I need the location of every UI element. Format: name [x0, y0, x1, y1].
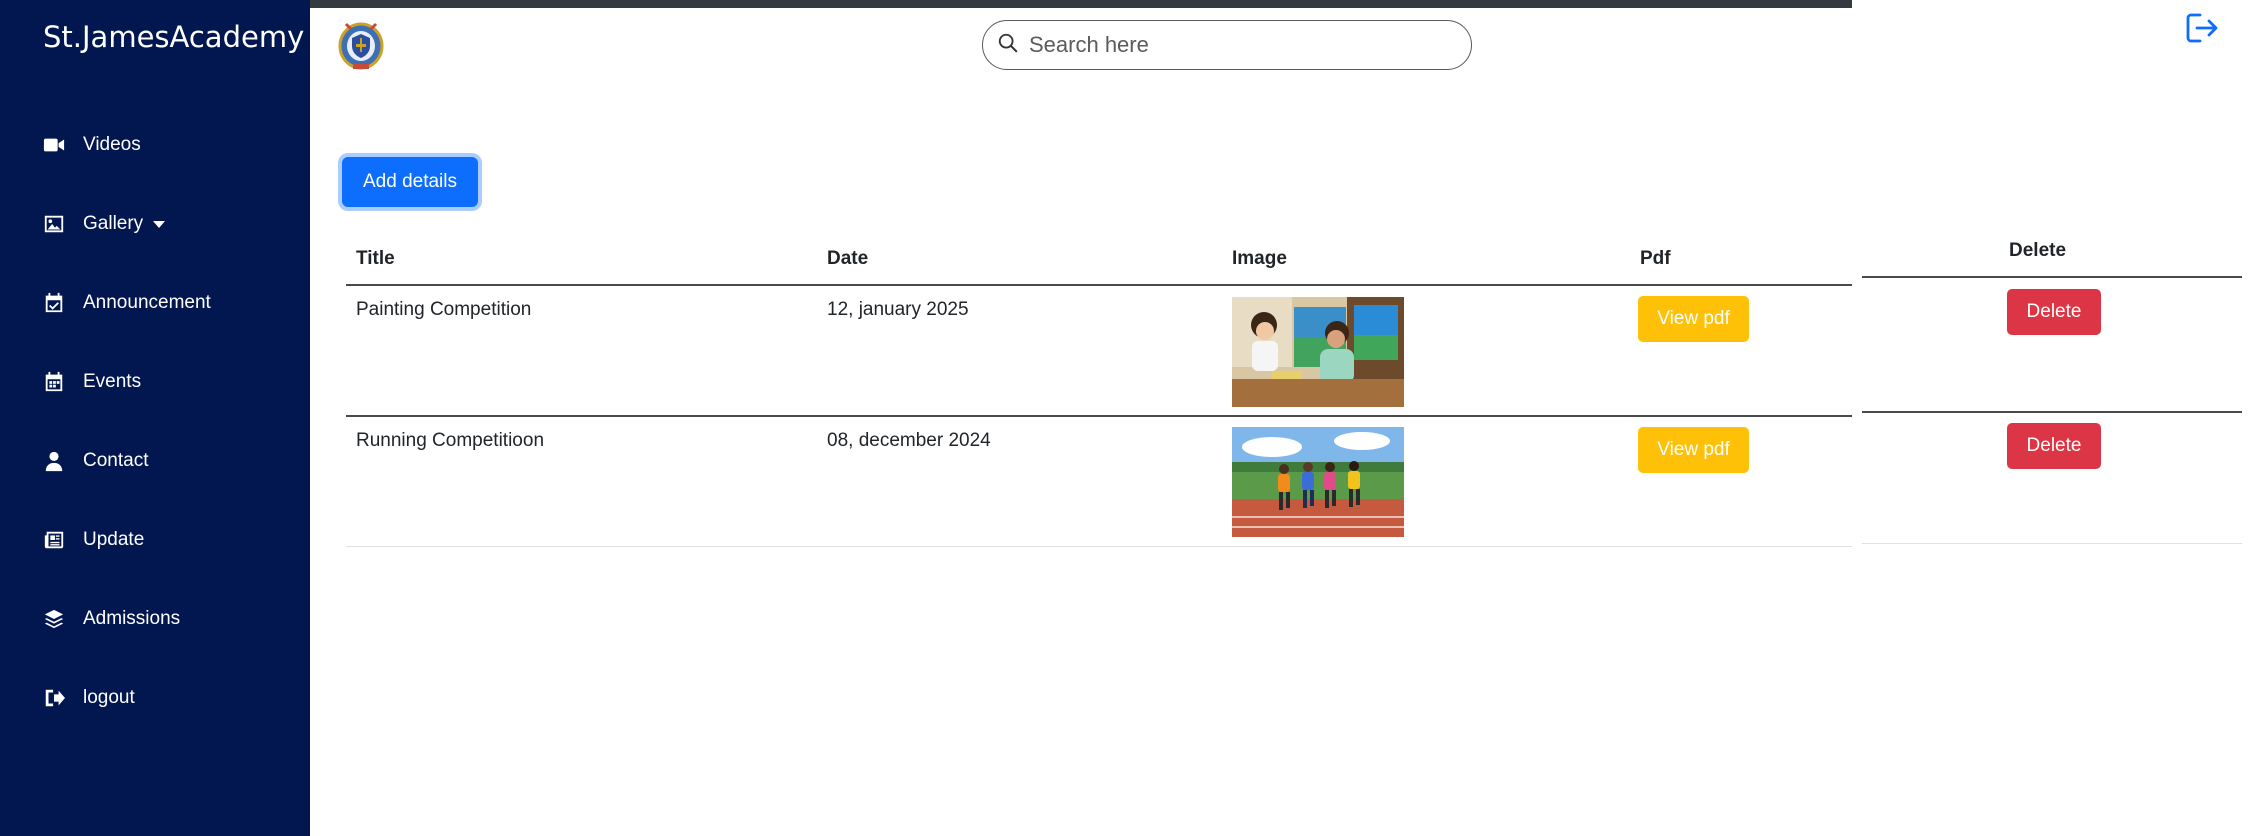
row-divider [346, 546, 1852, 547]
row-divider [1862, 411, 2242, 413]
sidebar-item-gallery[interactable]: Gallery [43, 204, 166, 244]
column-header-delete: Delete [2009, 240, 2067, 261]
sign-out-icon [43, 687, 65, 709]
chevron-down-icon [153, 220, 166, 228]
sidebar-item-label: Update [83, 529, 145, 550]
video-camera-icon [43, 134, 65, 156]
column-header-date: Date [827, 248, 869, 269]
sidebar-item-events[interactable]: Events [43, 362, 141, 402]
search-input[interactable] [1029, 32, 1429, 58]
sidebar-item-label: Contact [83, 450, 149, 471]
row-divider [346, 415, 1852, 417]
school-logo [338, 20, 384, 70]
sidebar-item-label: Videos [83, 134, 141, 155]
layers-icon [43, 608, 65, 630]
add-details-button[interactable]: Add details [342, 157, 478, 207]
row-date: 08, december 2024 [827, 430, 991, 451]
search-bar[interactable] [982, 20, 1472, 70]
row-title: Running Competitioon [356, 430, 545, 451]
logout-icon[interactable] [2182, 8, 2222, 48]
user-icon [43, 450, 65, 472]
sidebar-item-announcement[interactable]: Announcement [43, 283, 211, 323]
sidebar-item-contact[interactable]: Contact [43, 441, 148, 481]
column-header-title: Title [356, 248, 395, 269]
sidebar-item-logout[interactable]: logout [43, 678, 135, 718]
sidebar-item-label: logout [83, 687, 135, 708]
newspaper-icon [43, 529, 65, 551]
sidebar-item-videos[interactable]: Videos [43, 125, 141, 165]
row-date: 12, january 2025 [827, 299, 969, 320]
header-divider [346, 284, 1852, 286]
view-pdf-button[interactable]: View pdf [1638, 296, 1749, 342]
view-pdf-button[interactable]: View pdf [1638, 427, 1749, 473]
delete-button[interactable]: Delete [2007, 423, 2101, 469]
sidebar: St.JamesAcademy Videos Gallery Announcem… [0, 0, 310, 836]
column-header-image: Image [1232, 248, 1287, 269]
sidebar-item-label: Announcement [83, 292, 211, 313]
header-divider [1862, 276, 2242, 278]
sidebar-item-label: Admissions [83, 608, 181, 629]
painting-thumbnail [1232, 297, 1404, 407]
sidebar-item-label: Events [83, 371, 142, 392]
row-divider [1862, 543, 2242, 544]
running-thumbnail [1232, 427, 1404, 537]
calendar-check-icon [43, 292, 65, 314]
brand-title: St.JamesAcademy [43, 20, 305, 54]
image-icon [43, 213, 65, 235]
delete-button[interactable]: Delete [2007, 289, 2101, 335]
column-header-pdf: Pdf [1640, 248, 1671, 269]
row-title: Painting Competition [356, 299, 532, 320]
sidebar-item-admissions[interactable]: Admissions [43, 599, 180, 639]
search-icon [997, 32, 1019, 59]
sidebar-item-update[interactable]: Update [43, 520, 144, 560]
sidebar-item-label: Gallery [83, 213, 144, 234]
calendar-icon [43, 371, 65, 393]
